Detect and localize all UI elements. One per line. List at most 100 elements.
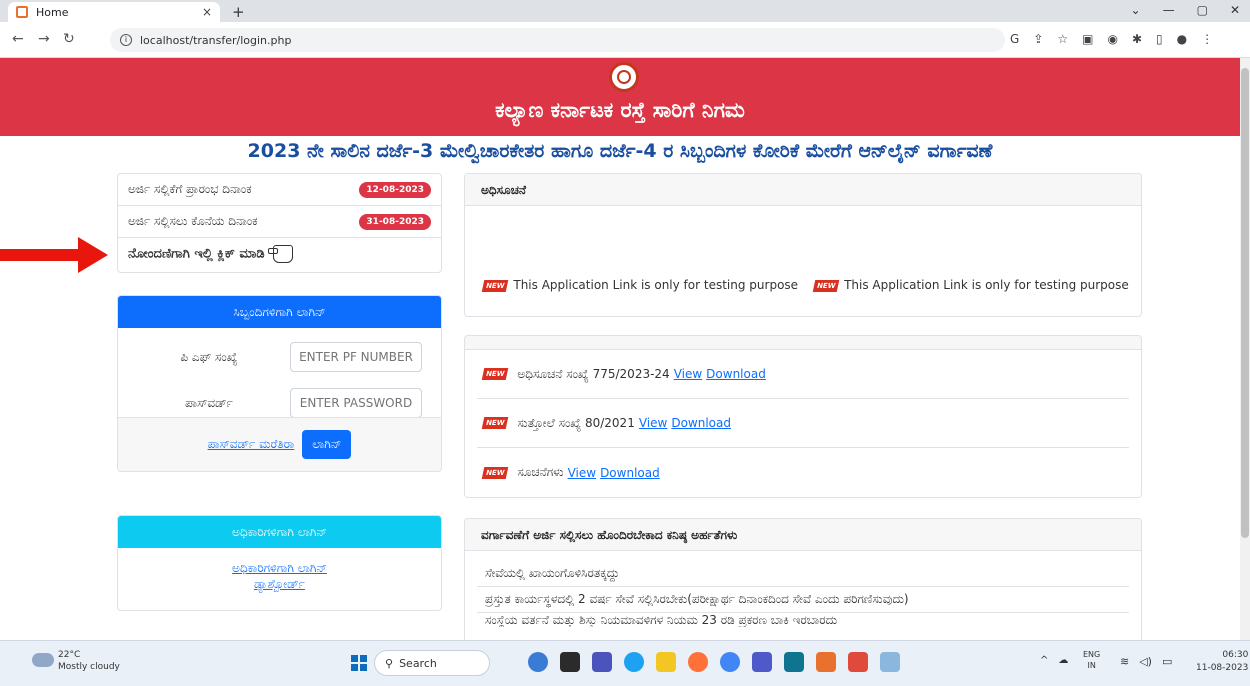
tab-search-icon[interactable]: ⌄ <box>1131 3 1141 17</box>
download-link[interactable]: Download <box>600 466 660 480</box>
profile-icon[interactable]: ● <box>1177 32 1187 46</box>
chat-icon[interactable] <box>592 652 612 672</box>
language-indicator[interactable]: ENG IN <box>1083 649 1100 671</box>
pf-number-label: ಪಿ ಎಫ್ ಸಂಖ್ಯೆ <box>180 349 238 364</box>
new-badge-icon: NEW <box>812 279 840 292</box>
download-link[interactable]: Download <box>671 416 731 430</box>
battery-icon: ▭ <box>1161 655 1173 668</box>
temperature: 22°C <box>58 650 81 660</box>
tab-title: Home <box>36 5 69 19</box>
edge-icon[interactable] <box>624 652 644 672</box>
taskbar-search[interactable]: ⚲ Search <box>374 650 490 676</box>
document-title: ಸುತ್ತೋಲೆ ಸಂಖ್ಯೆ 80/2021 <box>517 415 635 430</box>
document-title: ಸೂಚನೆಗಳು <box>517 465 564 479</box>
end-date-label: ಅರ್ಜಿ ಸಲ್ಲಿಸಲು ಕೊನೆಯ ದಿನಾಂಕ <box>128 214 258 228</box>
weather-text: Mostly cloudy <box>58 662 120 672</box>
start-date-badge: 12-08-2023 <box>359 181 431 198</box>
onedrive-icon[interactable]: ☁ <box>1058 655 1068 666</box>
document-item: NEW ಸುತ್ತೋಲೆ ಸಂಖ್ಯೆ 80/2021 View Downloa… <box>477 399 1129 448</box>
officer-dashboard-link[interactable]: ಡ್ಯಾಶ್ಬೋರ್ಡ್ <box>118 576 441 592</box>
download-link[interactable]: Download <box>706 367 766 381</box>
puzzle-icon[interactable]: ✱ <box>1132 32 1142 46</box>
officer-login-heading: ಅಧಿಕಾರಿಗಳಿಗಾಗಿ ಲಾಗಿನ್ <box>118 516 441 548</box>
password-input[interactable] <box>290 388 422 418</box>
windows-start-icon[interactable] <box>351 655 367 671</box>
new-badge-icon: NEW <box>481 368 509 380</box>
close-window-icon[interactable]: ✕ <box>1230 3 1240 17</box>
qualification-item: ಸಂಸ್ಥೆಯ ವರ್ತನೆ ಮತ್ತು ಶಿಸ್ತು ನಿಯಮಾವಳಿಗಳ ನ… <box>485 613 838 627</box>
ksrtc-logo-icon <box>609 62 639 92</box>
sidepanel-icon[interactable]: ▯ <box>1156 32 1163 46</box>
chrome-icon[interactable] <box>720 652 740 672</box>
firefox-icon[interactable] <box>688 652 708 672</box>
photos-icon[interactable] <box>880 652 900 672</box>
pointing-hand-icon[interactable] <box>267 245 293 263</box>
tab-close-icon[interactable]: × <box>202 5 212 19</box>
weather-widget[interactable]: 22°C Mostly cloudy <box>58 649 120 673</box>
google-icon[interactable]: G <box>1010 32 1019 46</box>
start-date-row: ಅರ್ಜಿ ಸಲ್ಲಿಕೆಗೆ ಪ್ರಾರಂಭ ದಿನಾಂಕ 12-08-202… <box>118 174 441 206</box>
back-icon[interactable]: ← <box>12 31 24 47</box>
register-link[interactable]: ನೋಂದಣಿಗಾಗಿ ಇಲ್ಲಿ ಕ್ಲಿಕ್ ಮಾಡಿ <box>118 238 441 270</box>
new-badge-icon: NEW <box>481 279 509 292</box>
view-link[interactable]: View <box>674 367 702 381</box>
chevron-up-icon[interactable]: ^ <box>1040 655 1048 666</box>
reload-icon[interactable]: ↻ <box>63 31 75 47</box>
site-info-icon[interactable]: i <box>120 34 132 46</box>
notification-card: ಅಧಿಸೂಚನೆ NEW This Application Link is onl… <box>464 173 1142 317</box>
bookmark-star-icon[interactable]: ☆ <box>1057 32 1068 46</box>
forgot-password-link[interactable]: ಪಾಸ್‌ವರ್ಡ್ ಮರೆತಿರಾ <box>208 437 295 452</box>
marquee-notice: NEW This Application Link is only for tes… <box>481 278 1129 292</box>
scrollbar-thumb[interactable] <box>1241 68 1249 538</box>
organization-name: ಕಲ್ಯಾಣ ಕರ್ನಾಟಕ ರಸ್ತೆ ಸಾರಿಗೆ ನಿಗಮ <box>495 98 745 122</box>
view-link[interactable]: View <box>639 416 667 430</box>
extension-icon[interactable]: ▣ <box>1082 32 1093 46</box>
qualification-item: ಸೇವೆಯಲ್ಲಿ ಖಾಯಂಗೊಳಿಸಿರತಕ್ಕದ್ದು <box>477 561 1129 587</box>
officer-login-link-line1[interactable]: ಅಧಿಕಾರಿಗಳಿಗಾಗಿ ಲಾಗಿನ್ <box>118 560 441 576</box>
quick-settings[interactable]: ≋ ◁) ▭ <box>1120 655 1172 668</box>
app-icon[interactable] <box>784 652 804 672</box>
browser-tab[interactable]: Home × <box>8 2 220 22</box>
xampp-icon[interactable] <box>816 652 836 672</box>
language-code: ENG <box>1083 650 1101 659</box>
wifi-icon: ≋ <box>1120 655 1130 668</box>
notice-text: This Application Link is only for testin… <box>513 278 799 292</box>
menu-icon[interactable]: ⋮ <box>1201 32 1213 46</box>
teams-icon[interactable] <box>752 652 772 672</box>
restore-icon[interactable]: ▢ <box>1197 3 1208 17</box>
cloud-icon[interactable] <box>32 653 54 667</box>
url-bar[interactable]: i localhost/transfer/login.php <box>110 28 1005 52</box>
clock[interactable]: 06:30 11-08-2023 <box>1196 649 1248 675</box>
extension-icon[interactable]: ◉ <box>1107 32 1117 46</box>
windows-taskbar: 22°C Mostly cloudy ⚲ Search ^ ☁ ENG IN ≋… <box>0 640 1250 686</box>
search-label: Search <box>399 656 437 670</box>
sublime-icon[interactable] <box>848 652 868 672</box>
red-arrow-icon <box>0 237 108 273</box>
new-badge-icon: NEW <box>481 417 509 429</box>
share-icon[interactable]: ⇪ <box>1033 32 1043 46</box>
file-explorer-icon[interactable] <box>656 652 676 672</box>
qualification-item: ಪ್ರಸ್ತುತ ಕಾರ್ಯಸ್ಥಳದಲ್ಲಿ 2 ವರ್ಷ ಸೇವೆ ಸಲ್ಲ… <box>477 587 1129 613</box>
qualifications-card: ವರ್ಗಾವಣೆಗೆ ಅರ್ಜಿ ಸಲ್ಲಿಸಲು ಹೊಂದಿರಬೇಕಾದ ಕನ… <box>464 518 1142 640</box>
date: 11-08-2023 <box>1196 663 1249 673</box>
end-date-row: ಅರ್ಜಿ ಸಲ್ಲಿಸಲು ಕೊನೆಯ ದಿನಾಂಕ 31-08-2023 <box>118 206 441 238</box>
new-badge-icon: NEW <box>481 466 509 479</box>
bing-icon[interactable] <box>528 652 548 672</box>
minimize-icon[interactable]: — <box>1163 3 1175 17</box>
register-label[interactable]: ನೋಂದಣಿಗಾಗಿ ಇಲ್ಲಿ ಕ್ಲಿಕ್ ಮಾಡಿ <box>128 247 265 262</box>
forward-icon[interactable]: → <box>38 31 50 47</box>
new-tab-button[interactable]: + <box>232 3 245 21</box>
window-controls: ⌄ — ▢ ✕ <box>1131 3 1240 17</box>
officer-login-link[interactable]: ಅಧಿಕಾರಿಗಳಿಗಾಗಿ ಲಾಗಿನ್ ಡ್ಯಾಶ್ಬೋರ್ಡ್ <box>118 560 441 592</box>
notice-text: This Application Link is only for testin… <box>844 278 1129 292</box>
taskbar-apps <box>528 652 900 672</box>
documents-card-header <box>465 336 1141 350</box>
task-view-icon[interactable] <box>560 652 580 672</box>
login-button[interactable]: ಲಾಗಿನ್ <box>302 430 352 459</box>
site-header: ಕಲ್ಯಾಣ ಕರ್ನಾಟಕ ರಸ್ತೆ ಸಾರಿಗೆ ನಿಗಮ <box>0 58 1240 136</box>
view-link[interactable]: View <box>568 466 596 480</box>
pf-number-input[interactable] <box>290 342 422 372</box>
staff-login-footer: ಪಾಸ್‌ವರ್ಡ್ ಮರೆತಿರಾ ಲಾಗಿನ್ <box>118 417 441 471</box>
extension-icons: G ⇪ ☆ ▣ ◉ ✱ ▯ ● ⋮ <box>1010 32 1213 46</box>
document-title: ಅಧಿಸೂಚನೆ ಸಂಖ್ಯೆ 775/2023-24 <box>517 366 670 381</box>
